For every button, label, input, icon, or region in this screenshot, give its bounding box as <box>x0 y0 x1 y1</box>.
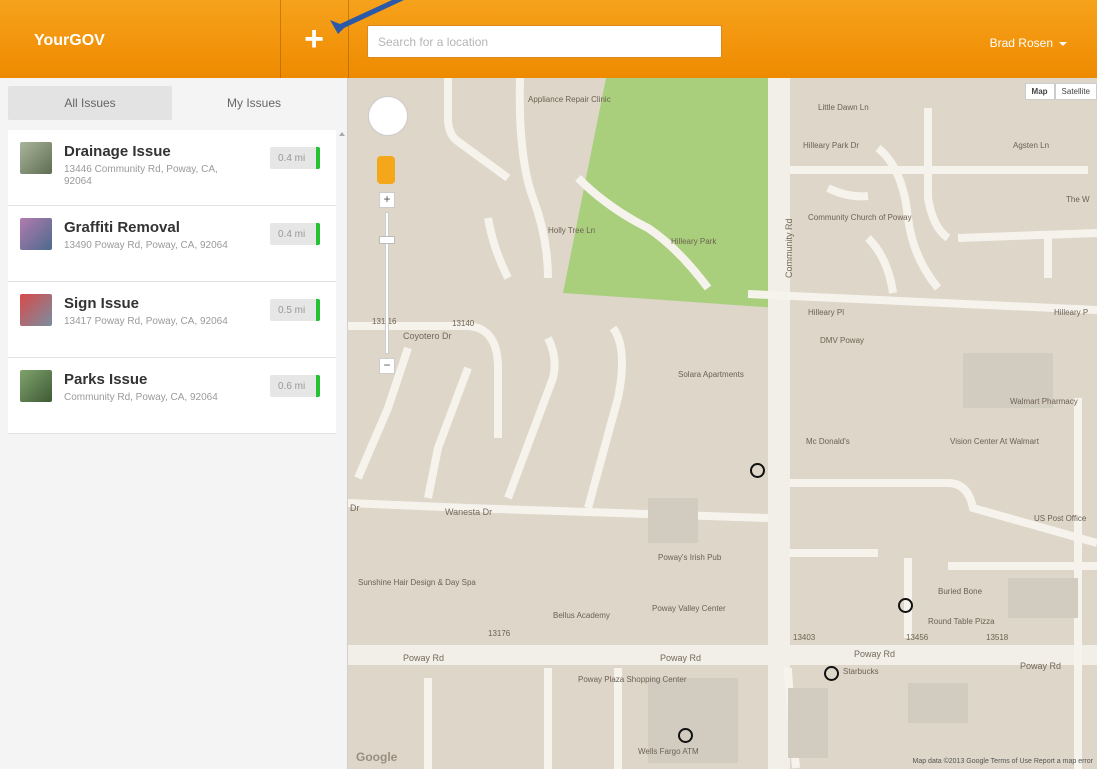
map-label: Poway Valley Center <box>652 604 726 613</box>
map-label: Bellus Academy <box>553 611 610 620</box>
map-label: Poway's Irish Pub <box>658 553 722 562</box>
map-label: Starbucks <box>843 667 879 676</box>
map-label: Poway Rd <box>660 653 701 663</box>
user-menu[interactable]: Brad Rosen <box>990 36 1067 50</box>
zoom-slider-track[interactable] <box>385 212 389 354</box>
map-label: Community Rd <box>784 218 794 278</box>
map-pan-control[interactable] <box>368 96 408 136</box>
tab-all-issues[interactable]: All Issues <box>8 86 172 120</box>
issue-distance-badge: 0.4 mi <box>270 223 320 245</box>
map-label: Sunshine Hair Design & Day Spa <box>358 578 476 587</box>
google-logo: Google <box>356 750 398 764</box>
app-brand[interactable]: YourGOV <box>34 32 105 50</box>
map-label: Poway Plaza Shopping Center <box>578 675 687 684</box>
app-header: YourGOV + Brad Rosen <box>0 0 1097 78</box>
map-label: Hilleary Park <box>671 237 717 246</box>
issue-item[interactable]: Sign Issue 13417 Poway Rd, Poway, CA, 92… <box>8 282 336 358</box>
issue-photo-thumbnail <box>20 218 52 250</box>
map-label: DMV Poway <box>820 336 864 345</box>
issue-item[interactable]: Parks Issue Community Rd, Poway, CA, 920… <box>8 358 336 434</box>
map-credit[interactable]: Map data ©2013 Google Terms of Use Repor… <box>912 758 1093 765</box>
map-type-map-button[interactable]: Map <box>1024 83 1055 100</box>
header-divider <box>348 0 349 78</box>
issue-address: 13446 Community Rd, Poway, CA, 92064 <box>64 164 218 187</box>
issue-address: 13417 Poway Rd, Poway, CA, 92064 <box>64 316 228 327</box>
map-label: Wells Fargo ATM <box>638 747 699 756</box>
map-label: 13518 <box>986 633 1009 642</box>
map-label: 13140 <box>452 319 475 328</box>
zoom-out-button[interactable]: − <box>379 358 395 374</box>
map-label: US Post Office <box>1034 514 1087 523</box>
map-label: 13403 <box>793 633 816 642</box>
map-label: Poway Rd <box>854 649 895 659</box>
issue-tabs: All Issues My Issues <box>8 86 336 120</box>
issue-list: Drainage Issue 13446 Community Rd, Poway… <box>8 130 336 434</box>
map-label: Round Table Pizza <box>928 617 995 626</box>
map-label: Coyotero Dr <box>403 331 452 341</box>
community-rd <box>768 78 790 769</box>
map-label: 13456 <box>906 633 929 642</box>
issue-title: Sign Issue <box>64 295 140 312</box>
map-label: Mc Donald's <box>806 437 850 446</box>
poway-rd <box>348 645 1097 665</box>
issue-distance-badge: 0.6 mi <box>270 375 320 397</box>
street-view-pegman-icon[interactable] <box>377 156 395 184</box>
sidebar-scrollbar[interactable] <box>336 130 348 769</box>
zoom-in-button[interactable]: + <box>379 192 395 208</box>
issue-marker[interactable] <box>678 728 693 743</box>
map-label: Buried Bone <box>938 587 983 596</box>
issue-distance-badge: 0.4 mi <box>270 147 320 169</box>
map-canvas: Appliance Repair Clinic Little Dawn Ln H… <box>348 78 1097 769</box>
caret-down-icon <box>1059 41 1067 46</box>
map-label: Agsten Ln <box>1013 141 1049 150</box>
map-label: Vision Center At Walmart <box>950 437 1040 446</box>
map-label: Little Dawn Ln <box>818 103 869 112</box>
map-label: Solara Apartments <box>678 370 744 379</box>
issue-photo-thumbnail <box>20 294 52 326</box>
issue-item[interactable]: Drainage Issue 13446 Community Rd, Poway… <box>8 130 336 206</box>
map-label: The W <box>1066 195 1090 204</box>
issue-marker[interactable] <box>824 666 839 681</box>
map-label: Walmart Pharmacy <box>1010 397 1078 406</box>
issue-photo-thumbnail <box>20 142 52 174</box>
map-label: Poway Rd <box>403 653 444 663</box>
map-label: Dr <box>350 503 360 513</box>
user-name: Brad Rosen <box>989 36 1053 50</box>
issue-marker[interactable] <box>898 598 913 613</box>
issue-address: Community Rd, Poway, CA, 92064 <box>64 392 218 403</box>
issue-address: 13490 Poway Rd, Poway, CA, 92064 <box>64 240 228 251</box>
map-label: Community Church of Poway <box>808 213 912 222</box>
issue-title: Graffiti Removal <box>64 219 180 236</box>
map-label: Poway Rd <box>1020 661 1061 671</box>
location-search-input[interactable] <box>367 25 722 58</box>
map-label: Holly Tree Ln <box>548 226 595 235</box>
issue-item[interactable]: Graffiti Removal 13490 Poway Rd, Poway, … <box>8 206 336 282</box>
map-view[interactable]: Appliance Repair Clinic Little Dawn Ln H… <box>348 78 1097 769</box>
issue-photo-thumbnail <box>20 370 52 402</box>
issue-title: Drainage Issue <box>64 143 171 160</box>
map-label: Hilleary P <box>1054 308 1088 317</box>
map-label: Appliance Repair Clinic <box>528 95 611 104</box>
add-issue-button[interactable]: + <box>280 0 348 78</box>
issues-sidebar: All Issues My Issues Drainage Issue 1344… <box>0 78 348 769</box>
scroll-up-arrow-icon[interactable] <box>339 132 345 136</box>
map-label: Hilleary Pl <box>808 308 844 317</box>
map-label: 13176 <box>488 629 511 638</box>
map-label: Wanesta Dr <box>445 507 492 517</box>
map-type-control: Map Satellite <box>1024 83 1097 100</box>
zoom-slider-thumb[interactable] <box>379 236 395 244</box>
map-label: Hilleary Park Dr <box>803 141 859 150</box>
tab-my-issues[interactable]: My Issues <box>172 86 336 120</box>
issue-title: Parks Issue <box>64 371 148 388</box>
map-type-satellite-button[interactable]: Satellite <box>1054 83 1097 100</box>
issue-marker[interactable] <box>750 463 765 478</box>
issue-distance-badge: 0.5 mi <box>270 299 320 321</box>
